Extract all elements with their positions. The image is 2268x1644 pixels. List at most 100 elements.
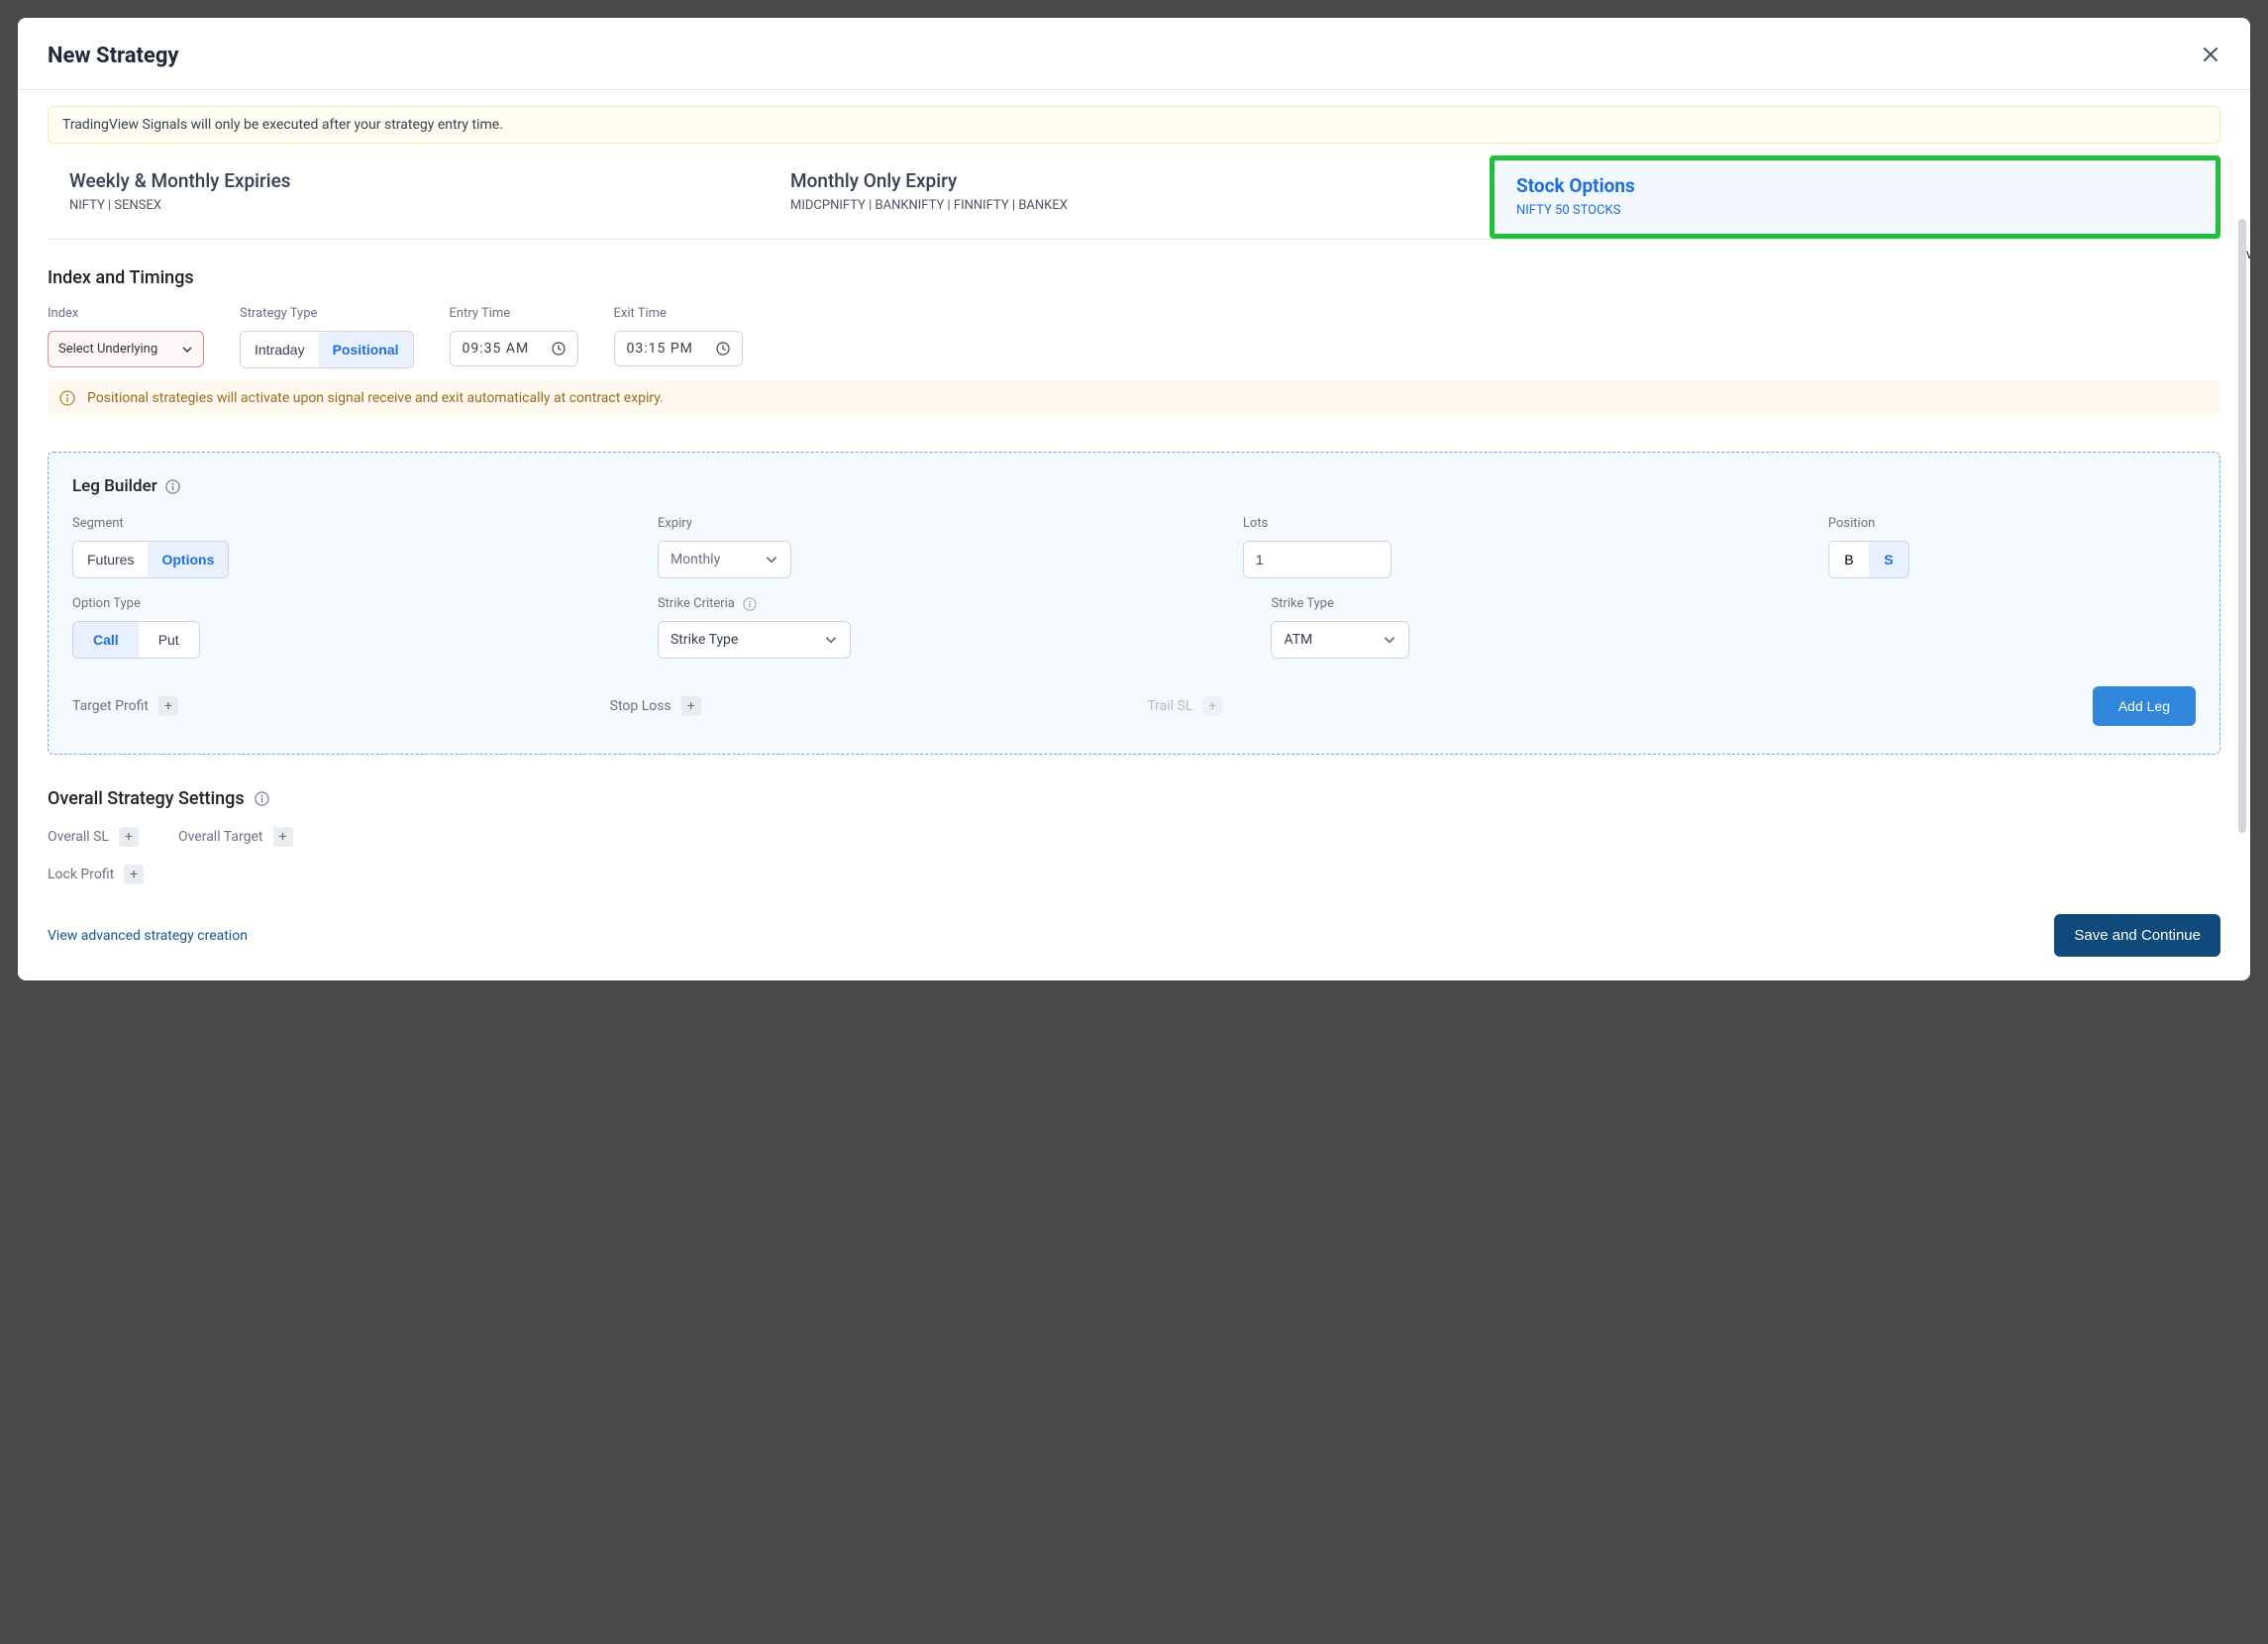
leg-builder-title: Leg Builder (72, 476, 157, 496)
leg-action-row: Target Profit + Stop Loss + Trail SL + A… (72, 686, 2196, 726)
chevron-down-icon (1383, 633, 1396, 647)
overall-row-1: Overall SL + Overall Target + (48, 827, 2220, 847)
info-icon[interactable] (743, 597, 757, 611)
exit-time-input[interactable]: 03:15 PM (614, 331, 743, 366)
position-field: Position B S (1828, 516, 2196, 578)
stop-loss-chip[interactable]: Stop Loss + (610, 696, 1128, 716)
plus-icon: + (119, 827, 139, 847)
modal-footer: View advanced strategy creation Save and… (48, 914, 2220, 957)
tab-monthly-only[interactable]: Monthly Only Expiry MIDCPNIFTY | BANKNIF… (769, 155, 1490, 239)
overall-target-chip[interactable]: Overall Target + (178, 827, 293, 847)
tab-subtitle: NIFTY 50 STOCKS (1516, 203, 2194, 218)
strike-type-select[interactable]: ATM (1271, 621, 1409, 659)
advanced-link[interactable]: View advanced strategy creation (48, 928, 248, 944)
expiry-tabs: Weekly & Monthly Expiries NIFTY | SENSEX… (48, 155, 2220, 240)
clock-icon (552, 342, 566, 356)
position-buy-button[interactable]: B (1829, 542, 1869, 577)
call-button[interactable]: Call (73, 622, 139, 658)
warning-text: Positional strategies will activate upon… (87, 390, 664, 406)
save-continue-button[interactable]: Save and Continue (2054, 914, 2220, 957)
field-label: Index (48, 306, 204, 321)
modal-title: New Strategy (48, 44, 178, 68)
lots-field: Lots (1243, 516, 1808, 578)
position-sell-button[interactable]: S (1869, 542, 1908, 577)
put-button[interactable]: Put (139, 622, 199, 658)
tab-weekly-monthly[interactable]: Weekly & Monthly Expiries NIFTY | SENSEX (48, 155, 769, 239)
time-value: 03:15 PM (627, 341, 693, 357)
chevron-down-icon (765, 553, 778, 566)
plus-icon: + (1202, 696, 1222, 716)
chip-label: Lock Profit (48, 867, 114, 882)
leg-row-1: Segment Futures Options Expiry Monthly L… (72, 516, 2196, 578)
tab-stock-options[interactable]: Stock Options NIFTY 50 STOCKS (1490, 155, 2220, 239)
entry-time-field: Entry Time 09:35 AM (450, 306, 578, 368)
lots-input[interactable] (1243, 541, 1392, 578)
options-button[interactable]: Options (148, 542, 228, 577)
target-profit-chip[interactable]: Target Profit + (72, 696, 590, 716)
dropdown-placeholder: Select Underlying (58, 342, 157, 357)
clock-icon (716, 342, 730, 356)
chip-label: Target Profit (72, 698, 149, 714)
positional-button[interactable]: Positional (319, 332, 413, 367)
field-label: Entry Time (450, 306, 578, 321)
exit-time-field: Exit Time 03:15 PM (614, 306, 743, 368)
option-type-field: Option Type Call Put (72, 596, 638, 659)
new-strategy-modal: New Strategy ive TradingView Signals wil… (18, 18, 2250, 980)
field-label: Option Type (72, 596, 638, 611)
info-icon[interactable] (165, 479, 180, 494)
chip-label: Trail SL (1147, 698, 1192, 714)
close-icon (2201, 45, 2220, 64)
overall-sl-chip[interactable]: Overall SL + (48, 827, 139, 847)
plus-icon: + (124, 865, 144, 884)
segment-toggle: Futures Options (72, 541, 229, 578)
strategy-type-toggle: Intraday Positional (240, 331, 414, 368)
info-icon (59, 390, 75, 406)
overall-settings-header: Overall Strategy Settings (48, 788, 2220, 809)
modal-body: ive TradingView Signals will only be exe… (18, 90, 2250, 980)
field-label: Position (1828, 516, 2196, 531)
position-toggle: B S (1828, 541, 1909, 578)
expiry-select[interactable]: Monthly (658, 541, 791, 578)
close-button[interactable] (2201, 42, 2220, 69)
tab-title: Weekly & Monthly Expiries (69, 169, 747, 192)
index-timings-heading: Index and Timings (48, 267, 2220, 288)
tab-subtitle: NIFTY | SENSEX (69, 198, 747, 213)
strike-criteria-select[interactable]: Strike Type (658, 621, 851, 659)
field-label: Lots (1243, 516, 1808, 531)
positional-warning: Positional strategies will activate upon… (48, 380, 2220, 416)
option-type-toggle: Call Put (72, 621, 200, 659)
overall-settings-title: Overall Strategy Settings (48, 788, 245, 809)
select-value: Strike Type (670, 632, 738, 648)
index-field: Index Select Underlying (48, 306, 204, 368)
tab-subtitle: MIDCPNIFTY | BANKNIFTY | FINNIFTY | BANK… (790, 198, 1468, 213)
add-leg-button[interactable]: Add Leg (2093, 686, 2196, 726)
entry-time-input[interactable]: 09:35 AM (450, 331, 578, 366)
chip-label: Overall Target (178, 829, 263, 845)
select-underlying-dropdown[interactable]: Select Underlying (48, 331, 204, 367)
futures-button[interactable]: Futures (73, 542, 148, 577)
trail-sl-chip: Trail SL + (1147, 696, 1665, 716)
plus-icon: + (681, 696, 701, 716)
chevron-down-icon (824, 633, 838, 647)
chevron-down-icon (181, 344, 193, 356)
leg-builder-header: Leg Builder (72, 476, 2196, 496)
field-label: Strategy Type (240, 306, 414, 321)
chip-label: Overall SL (48, 829, 109, 845)
field-label: Strike Criteria (658, 596, 735, 611)
intraday-button[interactable]: Intraday (241, 332, 319, 367)
field-label: Strike Type (1271, 596, 1836, 611)
strategy-type-field: Strategy Type Intraday Positional (240, 306, 414, 368)
info-icon[interactable] (255, 791, 269, 806)
scrollbar[interactable] (2238, 219, 2246, 833)
lock-profit-chip[interactable]: Lock Profit + (48, 865, 144, 884)
index-timings-row: Index Select Underlying Strategy Type In… (48, 306, 2220, 368)
segment-field: Segment Futures Options (72, 516, 638, 578)
plus-icon: + (273, 827, 293, 847)
plus-icon: + (158, 696, 178, 716)
leg-builder-panel: Leg Builder Segment Futures Options Expi… (48, 452, 2220, 755)
strike-type-field: Strike Type ATM (1271, 596, 1836, 659)
overall-row-2: Lock Profit + (48, 865, 2220, 884)
modal-header: New Strategy (18, 18, 2250, 90)
field-label: Segment (72, 516, 638, 531)
select-value: Monthly (670, 552, 720, 567)
